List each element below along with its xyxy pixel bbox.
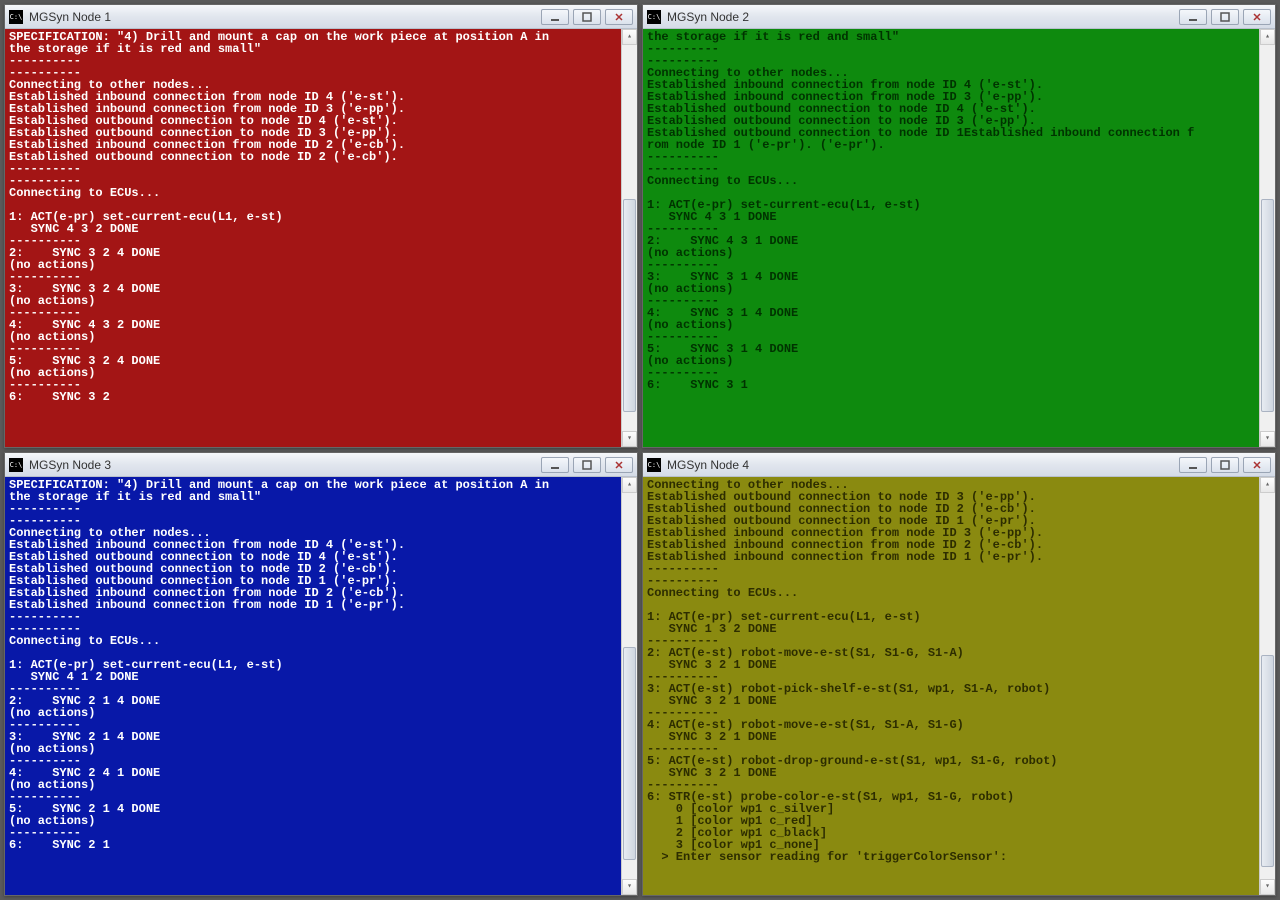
minimize-button[interactable] xyxy=(1179,457,1207,473)
maximize-button[interactable] xyxy=(573,9,601,25)
terminal-text: Connecting to other nodes... Established… xyxy=(647,479,1257,863)
terminal-text: SPECIFICATION: "4) Drill and mount a cap… xyxy=(9,479,619,851)
window-buttons xyxy=(1179,9,1271,25)
scroll-thumb[interactable] xyxy=(1261,199,1274,411)
scroll-up-icon[interactable]: ▴ xyxy=(1260,29,1275,45)
cmd-icon: C:\ xyxy=(647,458,661,472)
scroll-thumb[interactable] xyxy=(1261,655,1274,867)
scroll-up-icon[interactable]: ▴ xyxy=(622,29,637,45)
window-buttons xyxy=(541,457,633,473)
scroll-down-icon[interactable]: ▾ xyxy=(622,879,637,895)
window-node3: C:\ MGSyn Node 3 SPECIFICATION: "4) Drill … xyxy=(4,452,638,896)
scroll-track[interactable] xyxy=(1260,45,1275,431)
window-title: MGSyn Node 4 xyxy=(667,458,1179,472)
terminal-output: the storage if it is red and small" ----… xyxy=(643,29,1275,447)
scroll-up-icon[interactable]: ▴ xyxy=(622,477,637,493)
scroll-down-icon[interactable]: ▾ xyxy=(1260,879,1275,895)
close-button[interactable] xyxy=(1243,9,1271,25)
scroll-track[interactable] xyxy=(622,493,637,879)
titlebar[interactable]: C:\ MGSyn Node 4 xyxy=(643,453,1275,477)
scrollbar[interactable]: ▴▾ xyxy=(621,477,637,895)
titlebar[interactable]: C:\ MGSyn Node 2 xyxy=(643,5,1275,29)
minimize-button[interactable] xyxy=(541,457,569,473)
terminal-text: SPECIFICATION: "4) Drill and mount a cap… xyxy=(9,31,619,403)
maximize-button[interactable] xyxy=(1211,457,1239,473)
scroll-down-icon[interactable]: ▾ xyxy=(1260,431,1275,447)
window-title: MGSyn Node 2 xyxy=(667,10,1179,24)
cmd-icon: C:\ xyxy=(9,10,23,24)
cmd-icon: C:\ xyxy=(647,10,661,24)
window-buttons xyxy=(541,9,633,25)
maximize-button[interactable] xyxy=(573,457,601,473)
window-node4: C:\ MGSyn Node 4 Connecting to other nodes… xyxy=(642,452,1276,896)
titlebar[interactable]: C:\ MGSyn Node 1 xyxy=(5,5,637,29)
window-title: MGSyn Node 1 xyxy=(29,10,541,24)
minimize-button[interactable] xyxy=(1179,9,1207,25)
scroll-track[interactable] xyxy=(622,45,637,431)
scrollbar[interactable]: ▴▾ xyxy=(1259,477,1275,895)
minimize-button[interactable] xyxy=(541,9,569,25)
scroll-track[interactable] xyxy=(1260,493,1275,879)
window-buttons xyxy=(1179,457,1271,473)
terminal-output: Connecting to other nodes... Established… xyxy=(643,477,1275,895)
window-node1: C:\ MGSyn Node 1 SPECIFICATION: "4) Drill … xyxy=(4,4,638,448)
terminal-text: the storage if it is red and small" ----… xyxy=(647,31,1257,391)
terminal-output: SPECIFICATION: "4) Drill and mount a cap… xyxy=(5,477,637,895)
scroll-down-icon[interactable]: ▾ xyxy=(622,431,637,447)
terminal-output: SPECIFICATION: "4) Drill and mount a cap… xyxy=(5,29,637,447)
close-button[interactable] xyxy=(605,9,633,25)
close-button[interactable] xyxy=(605,457,633,473)
window-title: MGSyn Node 3 xyxy=(29,458,541,472)
scrollbar[interactable]: ▴▾ xyxy=(1259,29,1275,447)
maximize-button[interactable] xyxy=(1211,9,1239,25)
scrollbar[interactable]: ▴▾ xyxy=(621,29,637,447)
window-node2: C:\ MGSyn Node 2 the storage if it is red … xyxy=(642,4,1276,448)
cmd-icon: C:\ xyxy=(9,458,23,472)
scroll-thumb[interactable] xyxy=(623,199,636,411)
titlebar[interactable]: C:\ MGSyn Node 3 xyxy=(5,453,637,477)
scroll-thumb[interactable] xyxy=(623,647,636,859)
scroll-up-icon[interactable]: ▴ xyxy=(1260,477,1275,493)
close-button[interactable] xyxy=(1243,457,1271,473)
